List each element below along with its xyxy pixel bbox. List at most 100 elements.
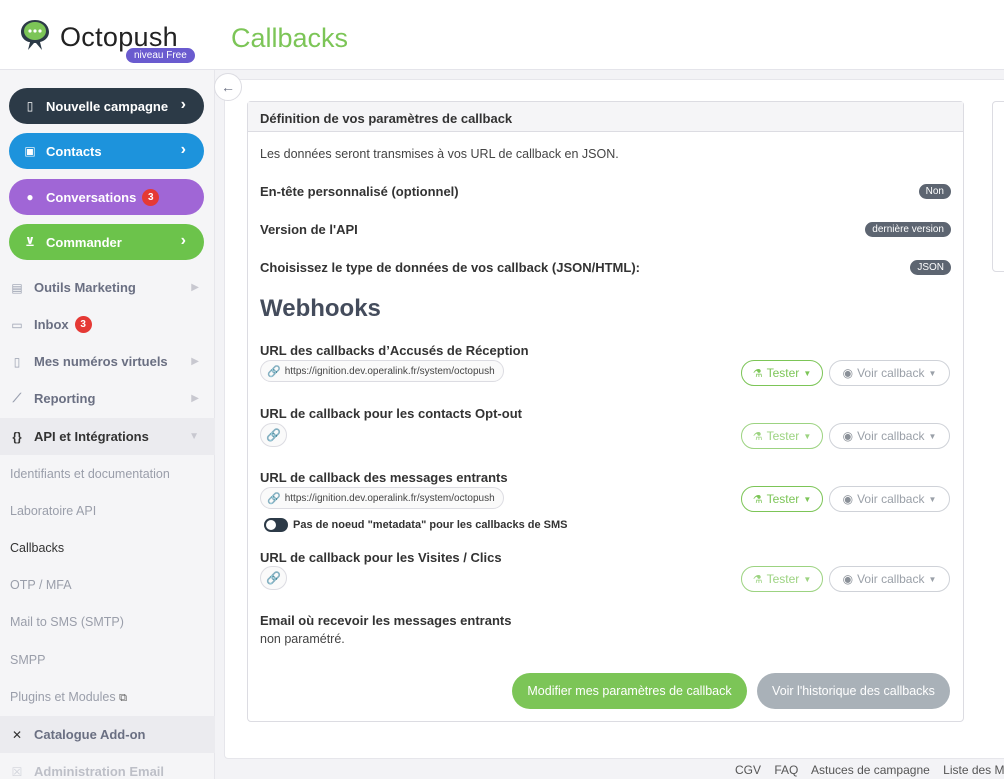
top-header: Octopush niveau Free Callbacks (0, 0, 1004, 70)
sidebar-subitem-callbacks[interactable]: Callbacks (10, 541, 64, 555)
sidebar-item-inbox[interactable]: ▭ Inbox 3 (0, 306, 215, 343)
chevron-right-icon: › (180, 96, 186, 113)
contacts-book-icon: ▣ (24, 144, 36, 158)
sidebar-item-email-admin[interactable]: ☒ Administration Email (0, 753, 215, 779)
sidebar-item-label: API et Intégrations (34, 429, 149, 444)
sidebar-item-reporting[interactable]: ⟋ Reporting ▶ (0, 380, 215, 417)
test-button-label: Tester (766, 572, 800, 586)
sidebar-item-api-integrations[interactable]: {} API et Intégrations ▼ (0, 418, 215, 455)
footer-link-list[interactable]: Liste des M (943, 763, 1004, 777)
api-version-label: Version de l'API (260, 222, 358, 237)
flask-icon: ⚗ (752, 430, 763, 443)
eye-icon: ◉ (842, 366, 854, 380)
footer-link-campaign-tips[interactable]: Astuces de campagne (811, 763, 930, 777)
chart-icon: ⟋ (12, 391, 22, 405)
caret-down-icon: ▼ (189, 431, 199, 442)
sidebar-subitem-label: Plugins et Modules (10, 690, 116, 704)
custom-header-value-badge: Non (918, 184, 951, 199)
sidebar-subitem-mail-to-sms[interactable]: Mail to SMS (SMTP) (10, 615, 124, 629)
callback-history-button[interactable]: Voir l'historique des callbacks (757, 673, 950, 709)
caret-down-icon: ▼ (928, 431, 937, 441)
test-optout-button[interactable]: ⚗ Tester ▼ (741, 423, 823, 449)
external-link-icon: ⧉ (119, 692, 127, 704)
sidebar-item-marketing-tools[interactable]: ▤ Outils Marketing ▶ (0, 269, 215, 306)
view-inbound-messages-callback-button[interactable]: ◉ Voir callback ▼ (829, 486, 950, 512)
link-icon: 🔗 (266, 571, 281, 585)
caret-down-icon: ▼ (803, 431, 812, 441)
caret-down-icon: ▼ (928, 368, 937, 378)
view-delivery-receipts-callback-button[interactable]: ◉ Voir callback ▼ (829, 360, 950, 386)
arrow-left-icon: ← (221, 79, 235, 95)
webhook-inbound-messages-url[interactable]: 🔗 https://ignition.dev.operalink.fr/syst… (260, 487, 504, 509)
webhook-visits-clicks-url[interactable]: 🔗 (260, 566, 287, 590)
footer-link-cgv[interactable]: CGV (735, 763, 761, 777)
test-visits-clicks-button[interactable]: ⚗ Tester ▼ (741, 566, 823, 592)
flask-icon: ⚗ (752, 367, 763, 380)
sidebar-subitem-otp-mfa[interactable]: OTP / MFA (10, 578, 72, 592)
test-button-label: Tester (766, 429, 800, 443)
page-title: Callbacks (231, 23, 349, 53)
caret-down-icon: ▼ (803, 494, 812, 504)
octopus-logo-icon (21, 20, 49, 50)
webhook-optout-url[interactable]: 🔗 (260, 423, 287, 447)
eye-icon: ◉ (842, 429, 854, 443)
link-icon: 🔗 (266, 428, 281, 442)
sidebar-item-label: Mes numéros virtuels (34, 354, 168, 369)
chat-bubbles-icon: ● (26, 190, 34, 204)
sidebar-subitem-credentials[interactable]: Identifiants et documentation (10, 467, 170, 481)
caret-right-icon: ▶ (191, 282, 199, 293)
test-button-label: Tester (766, 492, 800, 506)
caret-down-icon: ▼ (803, 574, 812, 584)
sidebar-button-new-campaign[interactable]: ▯ Nouvelle campagne › (9, 88, 204, 124)
collapse-sidebar-button[interactable]: ← (214, 73, 242, 101)
webhooks-heading: Webhooks (260, 295, 381, 322)
edit-callback-settings-button[interactable]: Modifier mes paramètres de callback (512, 673, 747, 709)
eye-icon: ◉ (842, 492, 854, 506)
view-optout-callback-button[interactable]: ◉ Voir callback ▼ (829, 423, 950, 449)
sidebar-button-contacts[interactable]: ▣ Contacts › (9, 133, 204, 169)
chevron-right-icon: › (180, 232, 186, 249)
data-type-value-badge: JSON (910, 260, 951, 275)
webhook-delivery-receipts-url[interactable]: 🔗 https://ignition.dev.operalink.fr/syst… (260, 360, 504, 382)
toggle-knob (266, 520, 276, 530)
sidebar-button-order[interactable]: ⊻ Commander › (9, 224, 204, 260)
inbox-icon: ▭ (11, 317, 23, 332)
sidebar-item-label: Inbox (34, 317, 69, 332)
inbox-count-badge: 3 (74, 316, 92, 333)
sidebar-item-label: Catalogue Add-on (34, 727, 146, 742)
metadata-toggle-label: Pas de noeud "metadata" pour les callbac… (293, 519, 568, 531)
sidebar-button-label: Conversations (46, 189, 137, 205)
code-braces-icon: {} (12, 429, 22, 444)
sidebar-item-addon-catalog[interactable]: ✕ Catalogue Add-on (0, 716, 215, 753)
conversations-count-badge: 3 (142, 188, 160, 206)
inbound-email-value: non paramétré. (260, 632, 345, 646)
test-inbound-messages-button[interactable]: ⚗ Tester ▼ (741, 486, 823, 512)
email-icon: ☒ (11, 764, 23, 779)
sidebar-subitem-smpp[interactable]: SMPP (10, 653, 45, 667)
view-button-label: Voir callback (857, 366, 925, 380)
caret-right-icon: ▶ (191, 393, 199, 404)
octopush-logo[interactable] (18, 18, 52, 52)
caret-right-icon: ▶ (191, 356, 199, 367)
chevron-right-icon: › (180, 141, 186, 158)
sidebar-subitem-api-lab[interactable]: Laboratoire API (10, 504, 96, 518)
view-button-label: Voir callback (857, 429, 925, 443)
secondary-card (992, 101, 1004, 272)
flask-icon: ⚗ (752, 493, 763, 506)
sidebar-button-conversations[interactable]: ● Conversations 3 (9, 179, 204, 215)
tools-icon: ✕ (11, 727, 23, 742)
view-visits-clicks-callback-button[interactable]: ◉ Voir callback ▼ (829, 566, 950, 592)
footer-link-faq[interactable]: FAQ (774, 763, 798, 777)
sidebar-subitem-plugins[interactable]: Plugins et Modules ⧉ (10, 690, 127, 705)
metadata-toggle[interactable] (264, 518, 288, 532)
eye-icon: ◉ (842, 572, 854, 586)
newspaper-icon: ▤ (11, 280, 23, 295)
sidebar-item-virtual-numbers[interactable]: ▯ Mes numéros virtuels ▶ (0, 343, 215, 380)
account-level-badge: niveau Free (126, 48, 195, 63)
webhook-url-text: https://ignition.dev.operalink.fr/system… (284, 492, 495, 504)
data-type-label: Choisissez le type de données de vos cal… (260, 260, 640, 275)
sidebar-item-label: Reporting (34, 391, 96, 406)
test-delivery-receipts-button[interactable]: ⚗ Tester ▼ (741, 360, 823, 386)
sidebar-button-label: Contacts (46, 143, 102, 159)
api-version-value-badge: dernière version (865, 222, 951, 237)
